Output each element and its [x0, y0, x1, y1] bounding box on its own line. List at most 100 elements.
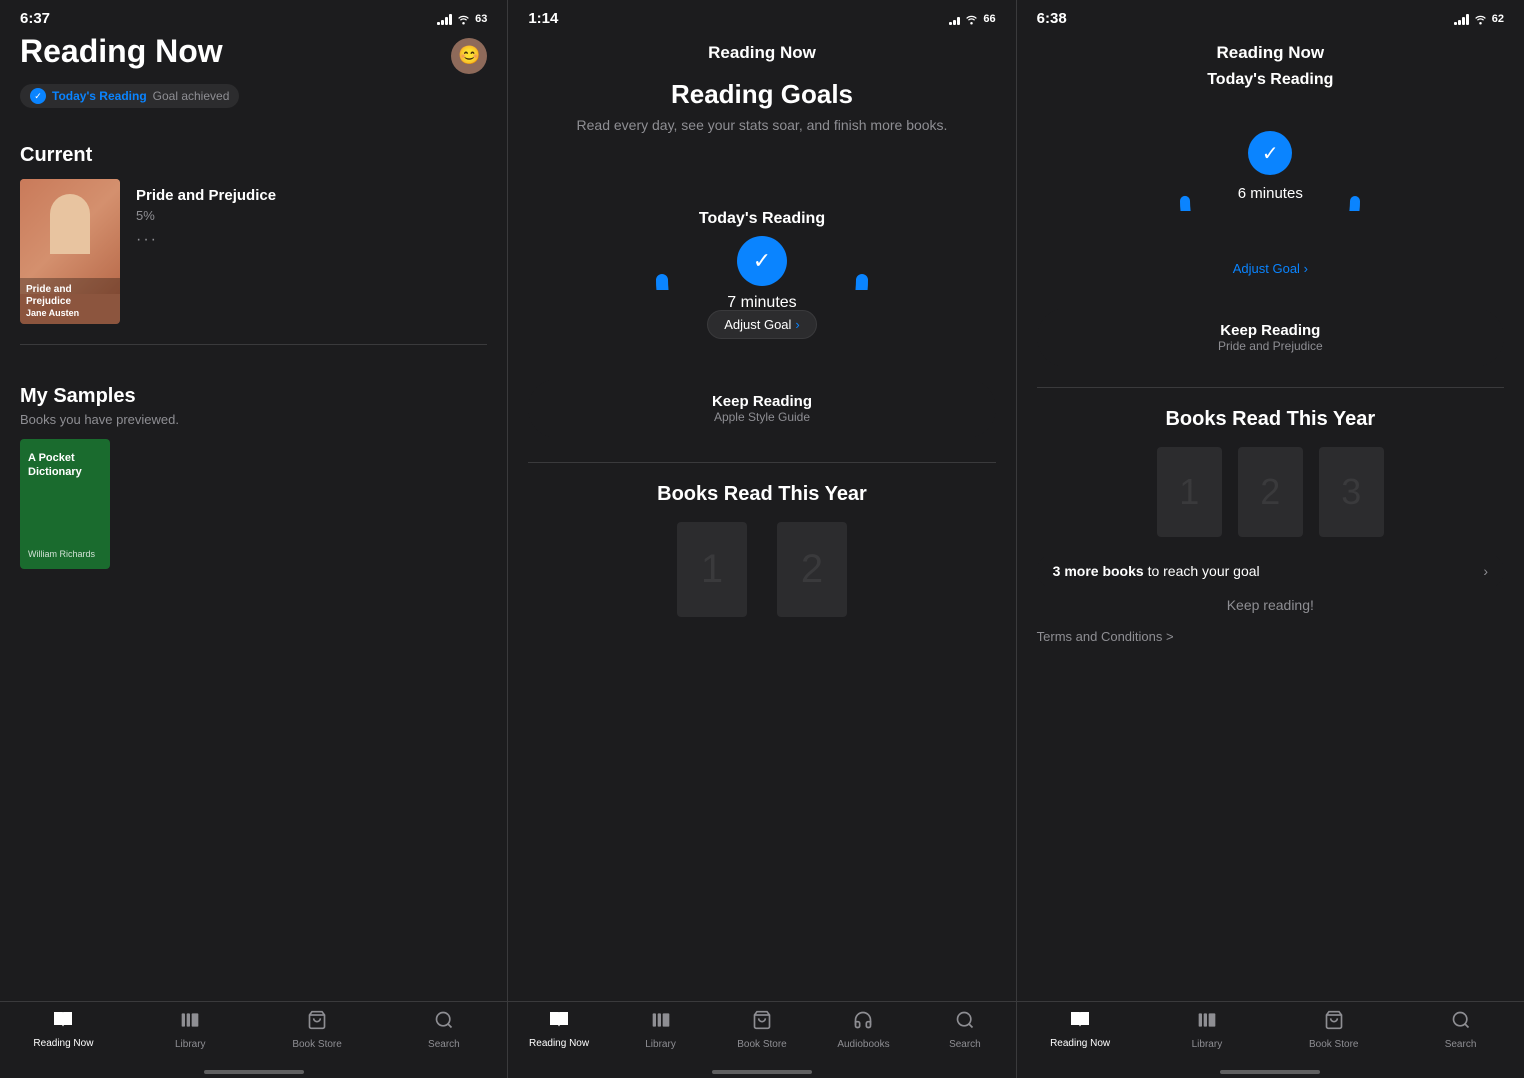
- status-time-3: 6:38: [1037, 10, 1067, 27]
- status-icons-3: 62: [1454, 13, 1504, 25]
- tab-bar-1: Reading Now Library: [0, 1001, 507, 1070]
- tab-reading-now-3[interactable]: Reading Now: [1050, 1011, 1110, 1049]
- book-number-1: 1: [677, 522, 747, 617]
- tab-bookstore-icon-2: [752, 1010, 772, 1036]
- divider-3: [1037, 387, 1504, 388]
- semicircle-overlay-2: Today's Reading ✓ 7 minutes: [508, 210, 1015, 324]
- tab-reading-icon-2: [548, 1011, 570, 1035]
- avatar[interactable]: 😊: [451, 38, 487, 74]
- tab-bookstore-2[interactable]: Book Store: [732, 1010, 792, 1050]
- tab-audiobooks-icon-2: [853, 1010, 873, 1036]
- tab-library-2[interactable]: Library: [631, 1010, 691, 1050]
- tab-search-1[interactable]: Search: [414, 1010, 474, 1050]
- tab-library-icon-1: [180, 1010, 200, 1036]
- today-reading-label-2: Today's Reading: [699, 210, 825, 228]
- home-indicator-1: [204, 1070, 304, 1074]
- tab-reading-label-1: Reading Now: [33, 1038, 93, 1049]
- signal-icon-3: [1454, 13, 1469, 25]
- tab-bookstore-icon-3: [1324, 1010, 1344, 1036]
- books-numbers-2: 1 2: [528, 522, 995, 617]
- tab-reading-icon-1: [52, 1011, 74, 1035]
- signal-icon-1: [437, 13, 452, 25]
- battery-label-1: 63: [475, 13, 487, 25]
- tab-reading-label-2: Reading Now: [529, 1038, 589, 1049]
- today-reading-section-3: Today's Reading ✓ 6 minutes: [1017, 71, 1524, 308]
- keep-reading-main-2: Keep Reading: [548, 393, 975, 410]
- keep-reading-sub-2: Apple Style Guide: [548, 410, 975, 424]
- status-bar-3: 6:38 62: [1017, 0, 1524, 33]
- green-book-cover[interactable]: A Pocket Dictionary William Richards: [20, 439, 110, 569]
- reading-goals-title: Reading Goals: [508, 79, 1015, 110]
- home-indicator-3: [1220, 1070, 1320, 1074]
- adjust-goal-chevron-3: ›: [1304, 261, 1308, 276]
- tab-library-1[interactable]: Library: [160, 1010, 220, 1050]
- tab-bookstore-3[interactable]: Book Store: [1304, 1010, 1364, 1050]
- keep-reading-btn-3[interactable]: Keep Reading Pride and Prejudice: [1037, 308, 1504, 367]
- tab-search-label-3: Search: [1445, 1039, 1477, 1050]
- screen1-content: Reading Now 😊 ✓ Today's Reading Goal ach…: [0, 33, 507, 1001]
- book-num-1-3: 1: [1157, 447, 1222, 537]
- tab-search-2[interactable]: Search: [935, 1010, 995, 1050]
- wifi-icon-3: [1473, 13, 1488, 24]
- book-info-pride: Pride and Prejudice 5% ···: [136, 179, 487, 249]
- check-icon-3: ✓: [1262, 141, 1279, 166]
- terms-link-3[interactable]: Terms and Conditions >: [1017, 629, 1524, 644]
- adjust-goal-text-3: Adjust Goal: [1233, 261, 1300, 276]
- books-read-year-section-3: Books Read This Year 1 2 3: [1017, 408, 1524, 537]
- green-book-author: William Richards: [28, 549, 102, 559]
- minutes-sm-3: 6 minutes: [1238, 185, 1303, 202]
- tab-library-3[interactable]: Library: [1177, 1010, 1237, 1050]
- tab-bookstore-1[interactable]: Book Store: [287, 1010, 347, 1050]
- books-numbers-3: 1 2 3: [1037, 447, 1504, 537]
- tab-reading-icon-3: [1069, 1011, 1091, 1035]
- adjust-goal-btn-3[interactable]: Adjust Goal ›: [1233, 261, 1308, 276]
- tab-library-label-2: Library: [645, 1039, 676, 1050]
- tab-bookstore-icon-1: [307, 1010, 327, 1036]
- divider-2: [528, 462, 995, 463]
- screen3-header: Reading Now: [1017, 33, 1524, 71]
- screen3-content: Reading Now Today's Reading ✓: [1017, 33, 1524, 1001]
- tab-search-icon-3: [1451, 1010, 1471, 1036]
- tab-bookstore-label-1: Book Store: [292, 1039, 341, 1050]
- progress-container-2: Today's Reading ✓ 7 minutes: [508, 160, 1015, 290]
- status-time-1: 6:37: [20, 10, 50, 27]
- divider-1: [20, 344, 487, 345]
- current-section-title: Current: [0, 144, 507, 167]
- wifi-icon-1: [456, 13, 471, 24]
- pride-cover-figure: [20, 179, 120, 294]
- tab-reading-now-2[interactable]: Reading Now: [529, 1011, 589, 1049]
- more-books-text-3: 3 more books to reach your goal: [1053, 563, 1260, 579]
- tab-reading-now-1[interactable]: Reading Now: [33, 1011, 93, 1049]
- goal-badge[interactable]: ✓ Today's Reading Goal achieved: [20, 84, 239, 108]
- screen2-header: Reading Now: [508, 33, 1015, 79]
- book-dots-pride[interactable]: ···: [136, 231, 487, 249]
- tab-search-label-1: Search: [428, 1039, 460, 1050]
- tab-bar-3: Reading Now Library: [1017, 1001, 1524, 1070]
- tab-search-3[interactable]: Search: [1431, 1010, 1491, 1050]
- book-num-2-3: 2: [1238, 447, 1303, 537]
- keep-reading-main-3: Keep Reading: [1057, 322, 1484, 339]
- tab-reading-label-3: Reading Now: [1050, 1038, 1110, 1049]
- book-cover-pride[interactable]: Pride andPrejudice Jane Austen: [20, 179, 120, 324]
- samples-section: My Samples Books you have previewed. A P…: [0, 365, 507, 569]
- book-card-pride: Pride andPrejudice Jane Austen Pride and…: [0, 179, 507, 324]
- wifi-icon-2: [964, 13, 979, 24]
- keep-reading-btn-2[interactable]: Keep Reading Apple Style Guide: [528, 379, 995, 438]
- tab-library-label-3: Library: [1192, 1039, 1223, 1050]
- green-book-title: A Pocket Dictionary: [28, 451, 102, 480]
- minutes-label-2: 7 minutes: [727, 294, 796, 312]
- status-time-2: 1:14: [528, 10, 558, 27]
- more-books-rest-3: to reach your goal: [1144, 563, 1260, 579]
- home-indicator-2: [712, 1070, 812, 1074]
- screen2-nav-title: Reading Now: [528, 43, 995, 63]
- status-icons-1: 63: [437, 13, 487, 25]
- more-books-badge-3[interactable]: 3 more books to reach your goal ›: [1037, 553, 1504, 589]
- keep-reading-encourage-3: Keep reading!: [1017, 597, 1524, 613]
- tab-audiobooks-2[interactable]: Audiobooks: [833, 1010, 893, 1050]
- tab-bookstore-label-3: Book Store: [1309, 1039, 1358, 1050]
- tab-search-icon-2: [955, 1010, 975, 1036]
- tab-search-icon-1: [434, 1010, 454, 1036]
- goal-badge-sub: Goal achieved: [153, 89, 230, 103]
- screen2-content: Reading Now Reading Goals Read every day…: [508, 33, 1015, 1001]
- battery-label-3: 62: [1492, 13, 1504, 25]
